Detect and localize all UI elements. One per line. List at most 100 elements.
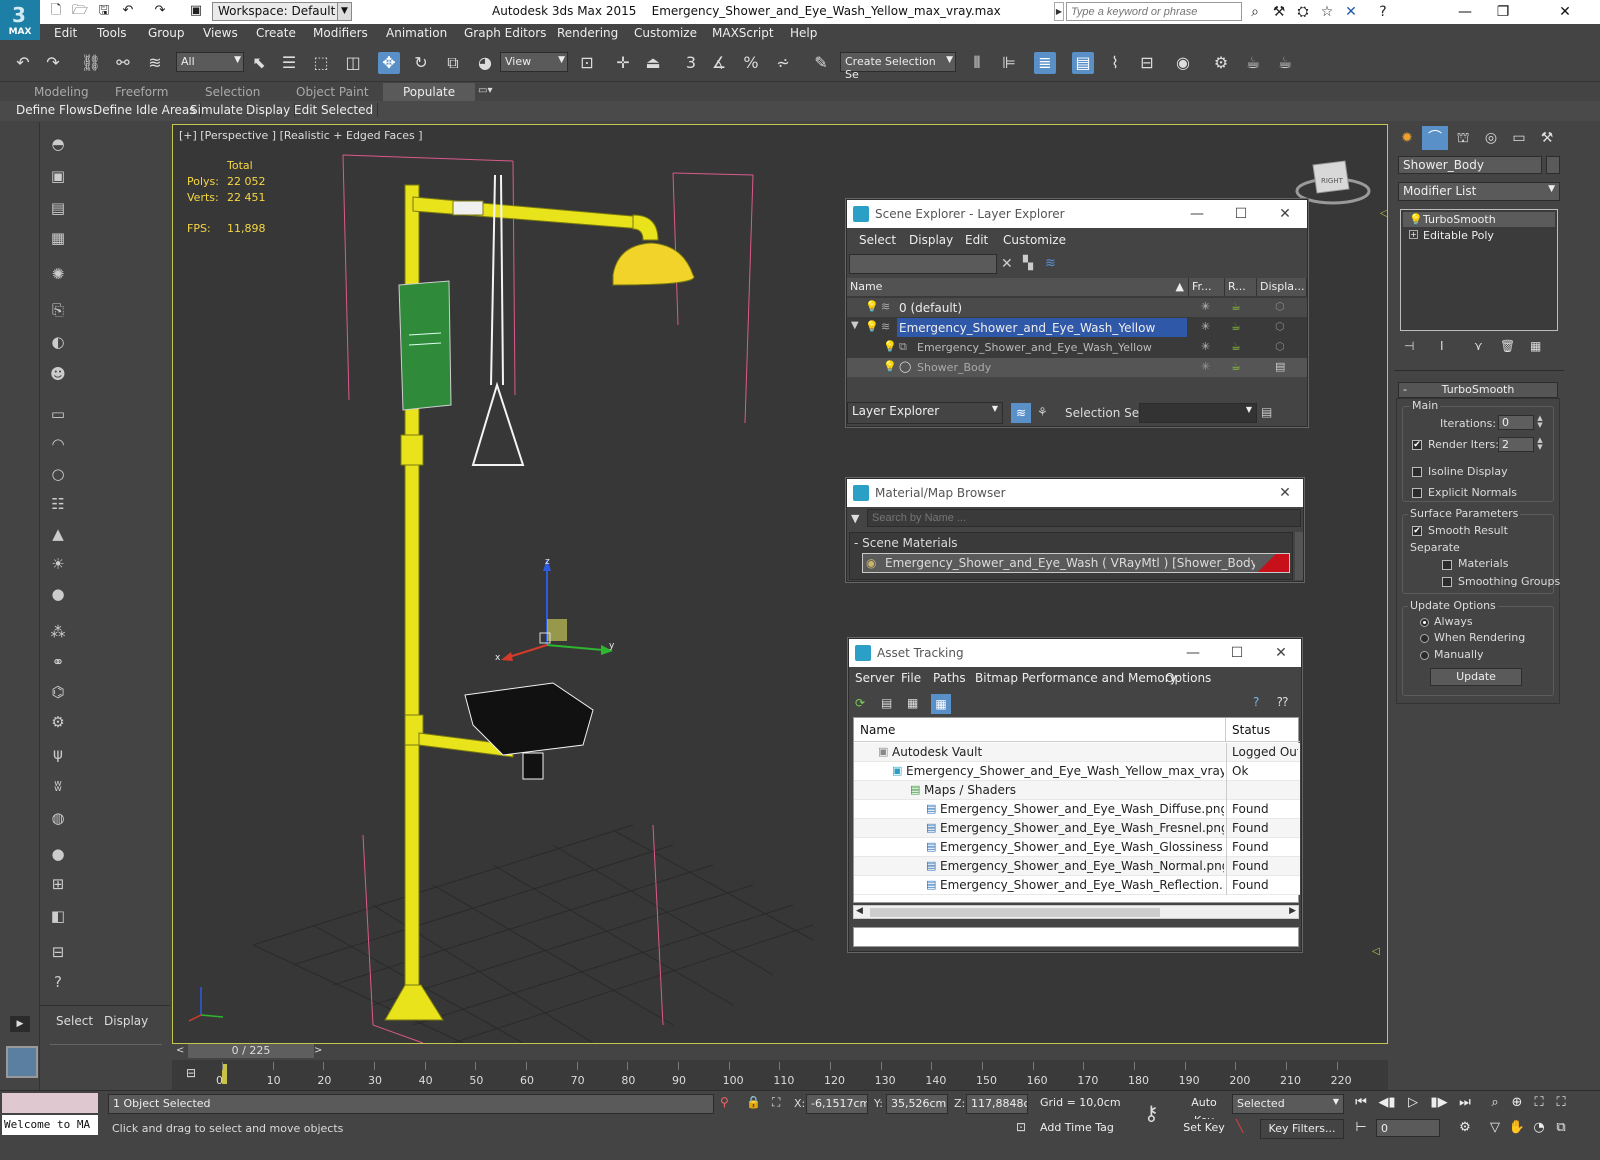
maximize-icon[interactable]: ☐	[1227, 204, 1255, 224]
auto-key-button[interactable]: Auto Key	[1180, 1094, 1228, 1127]
absolute-mode-icon[interactable]: ⛶	[772, 1095, 780, 1110]
mirror-icon[interactable]: ⫴	[966, 52, 988, 74]
redo-icon[interactable]: ↷	[152, 3, 168, 19]
save-icon[interactable]: 🖫	[96, 3, 112, 19]
maximize-icon[interactable]: ☐	[1223, 643, 1251, 663]
close-icon[interactable]: ✕	[1267, 643, 1295, 663]
percent-snap-icon[interactable]: %	[740, 52, 762, 74]
thumbnail-view-icon[interactable]: ▦	[907, 696, 918, 710]
render-frame-icon[interactable]: ▣	[46, 164, 70, 188]
play-script-icon[interactable]: ▶	[10, 1016, 30, 1032]
goto-start-icon[interactable]: ⏮	[1350, 1094, 1372, 1112]
select-and-place-icon[interactable]: ◕	[474, 52, 496, 74]
dome-icon[interactable]: ◠	[46, 432, 70, 456]
material-editor-icon[interactable]: ◉	[1172, 52, 1194, 74]
update-always-radio[interactable]	[1420, 618, 1429, 627]
explorer-type-dropdown[interactable]: Layer Explorer ▼	[847, 402, 1003, 424]
menu-create[interactable]: Create	[256, 26, 296, 40]
hierarchy-toggle-icon[interactable]: ⚘	[1037, 405, 1048, 419]
scroll-left-icon[interactable]: ◀	[856, 906, 863, 916]
ribbon-options-icon[interactable]: ▭▾	[478, 85, 492, 96]
table-row[interactable]: ▤ Emergency_Shower_and_Eye_Wash_Diffuse.p…	[854, 800, 1300, 819]
display-button[interactable]: Display	[242, 103, 296, 117]
column-display[interactable]: Displa...	[1257, 278, 1307, 296]
basket-icon[interactable]: ☷	[46, 492, 70, 516]
key-filters-button[interactable]: Key Filters...	[1260, 1119, 1344, 1139]
pivot-center-icon[interactable]: ⊡	[576, 52, 598, 74]
tab-freeform[interactable]: Freeform	[115, 85, 168, 99]
spinner-snap-icon[interactable]: ⩫	[772, 52, 794, 74]
named-selection-set-dropdown[interactable]: Create Selection Se ▼	[840, 52, 956, 81]
grass-icon[interactable]: ψ	[46, 742, 70, 766]
modify-tab-icon[interactable]: ⌒	[1422, 126, 1448, 150]
render-production-icon[interactable]: ☕	[1274, 52, 1296, 74]
menu-customize[interactable]: Customize	[634, 26, 697, 40]
menu-maxscript[interactable]: MAXScript	[712, 26, 774, 40]
define-flows-button[interactable]: Define Flows	[12, 103, 98, 117]
unlink-icon[interactable]: ⚯	[112, 52, 134, 74]
define-idle-areas-button[interactable]: Define Idle Areas	[89, 103, 201, 117]
grid-list-icon[interactable]: ▦	[46, 226, 70, 250]
tree-row[interactable]: 💡 ⧉ Emergency_Shower_and_Eye_Wash_Yellow…	[847, 338, 1307, 357]
selection-set-manager-icon[interactable]: ▤	[1261, 405, 1272, 419]
sphere-icon[interactable]: ○	[46, 462, 70, 486]
key-filter-icon[interactable]: ╲	[1236, 1119, 1243, 1133]
modifier-list-dropdown[interactable]: Modifier List ▼	[1398, 182, 1560, 201]
goto-end-icon[interactable]: ⏭	[1454, 1094, 1476, 1112]
selection-lock-icon[interactable]: 🔒	[746, 1095, 761, 1109]
key-mode-dropdown[interactable]: Selected ▼	[1232, 1094, 1344, 1114]
freeze-icon[interactable]: ✳	[1201, 360, 1210, 373]
menu-graph-editors[interactable]: Graph Editors	[464, 26, 546, 40]
render-iters-spinner[interactable]: 2	[1498, 437, 1534, 452]
particles-icon[interactable]: ⁂	[46, 620, 70, 644]
next-frame-icon[interactable]: ▮▶	[1428, 1094, 1450, 1112]
maximize-viewport-icon[interactable]: ⧉	[1550, 1119, 1572, 1137]
field-of-view-icon[interactable]: ▽	[1484, 1119, 1506, 1137]
undo-icon[interactable]: ↶	[120, 3, 136, 19]
display-box-icon[interactable]: ⬡	[1275, 320, 1285, 333]
isolate-selection-icon[interactable]: ⚲	[720, 1095, 729, 1109]
align-icon[interactable]: ⊫	[998, 52, 1020, 74]
angle-snap-icon[interactable]: ∡	[708, 52, 730, 74]
mini-curve-editor-icon[interactable]: ⊟	[186, 1066, 196, 1080]
snaps-toggle-icon[interactable]: 3	[680, 52, 702, 74]
table-row[interactable]: ▤ Emergency_Shower_and_Eye_Wash_Glossines…	[854, 838, 1300, 857]
expand-plus-icon[interactable]: +	[1409, 230, 1418, 239]
y-coordinate-field[interactable]: 35,526cm	[886, 1094, 948, 1114]
mesh-icon[interactable]: ⌬	[46, 680, 70, 704]
zoom-icon[interactable]: ⌕	[1484, 1094, 1506, 1112]
window-crossing-icon[interactable]: ◫	[342, 52, 364, 74]
restore-icon[interactable]: ❐	[1484, 2, 1522, 22]
select-and-rotate-icon[interactable]: ↻	[410, 52, 432, 74]
render-teapot-icon[interactable]: ☕	[1231, 360, 1241, 373]
motion-tab-icon[interactable]: ◎	[1478, 126, 1504, 150]
material-list-scrollbar[interactable]	[1295, 532, 1303, 580]
character-icon[interactable]: ☻	[46, 362, 70, 386]
viewport-layout-icon[interactable]	[6, 1046, 38, 1078]
update-when-rendering-radio[interactable]	[1420, 634, 1429, 643]
menu-server[interactable]: Server	[855, 671, 894, 685]
scene-materials-group[interactable]: - Scene Materials	[854, 536, 958, 550]
column-name[interactable]: Name	[854, 718, 1226, 742]
tab-object-paint[interactable]: Object Paint	[296, 85, 369, 99]
set-key-icon[interactable]: ⚷	[1144, 1101, 1159, 1125]
keyboard-shortcut-override-icon[interactable]: ⏏	[642, 52, 664, 74]
selection-filter-dropdown[interactable]: All ▼	[176, 52, 244, 72]
play-icon[interactable]: ▷	[1402, 1094, 1424, 1112]
object-color-swatch[interactable]	[1546, 156, 1560, 174]
plane-icon[interactable]: ▭	[46, 402, 70, 426]
menu-options[interactable]: Options	[1165, 671, 1211, 685]
scrollbar-thumb[interactable]	[870, 908, 1160, 917]
table-row[interactable]: ▤ Emergency_Shower_and_Eye_Wash_Fresnel.p…	[854, 819, 1300, 838]
expand-triangle-icon[interactable]: ▼	[851, 320, 859, 331]
show-end-result-icon[interactable]: Ⅰ	[1440, 339, 1444, 353]
iterations-spinner[interactable]: 0	[1498, 415, 1534, 430]
freeze-icon[interactable]: ✳	[1201, 340, 1210, 353]
time-slider[interactable]: 0 / 225	[188, 1044, 314, 1058]
display-box-icon[interactable]: ⬡	[1275, 300, 1285, 313]
select-and-scale-icon[interactable]: ⧉	[442, 52, 464, 74]
favorites-star-icon[interactable]: ☆	[1318, 3, 1336, 21]
object-name-field[interactable]: Shower_Body	[1398, 156, 1542, 174]
communication-icon[interactable]: ⛭	[1294, 3, 1312, 21]
asset-tracking-title-bar[interactable]: Asset Tracking — ☐ ✕	[849, 639, 1301, 667]
